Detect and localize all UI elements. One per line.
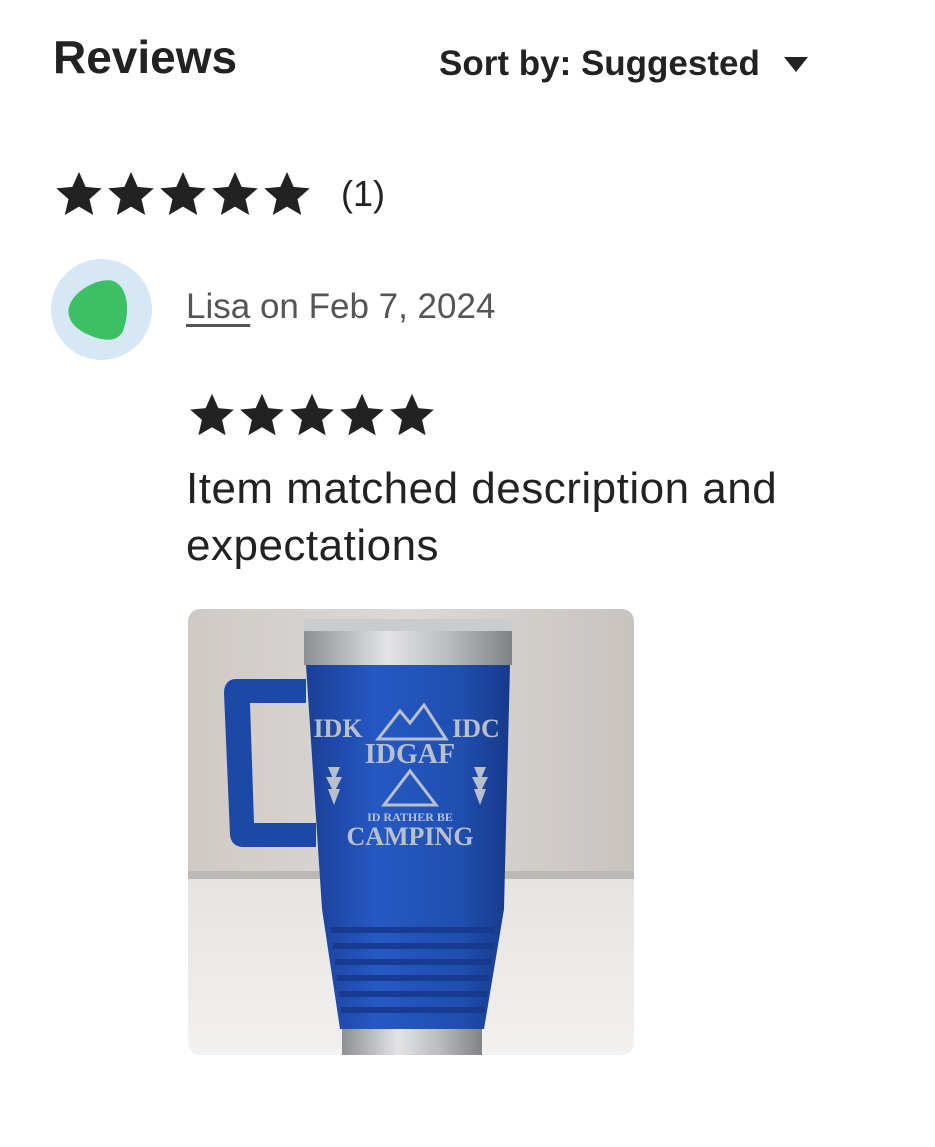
avatar-blob-icon [68,280,128,340]
overall-rating: (1) [53,168,385,220]
engraving-idc: IDC [452,714,500,743]
engraving-idgaf: IDGAF [365,739,455,770]
tumbler-photo-image: IDK IDC IDGAF ID RATHER BE CAMPING [188,609,634,1055]
star-icon [108,171,154,216]
reviewer-line: Lisa on Feb 7, 2024 [186,287,495,327]
star-icon [240,393,284,436]
avatar[interactable] [51,259,152,360]
star-icon [160,171,206,216]
caret-down-icon [783,56,808,72]
reviews-title: Reviews [53,31,238,83]
engraving-idk: IDK [313,714,363,743]
review-text: Item matched description and expectation… [186,464,778,570]
star-icon [340,393,384,436]
engraving-camping: CAMPING [346,822,473,851]
star-icon [212,171,258,216]
sort-label: Sort by: Suggested [439,44,760,83]
reviewer-name-link[interactable]: Lisa [186,287,250,326]
overall-stars [53,168,313,220]
star-icon [56,171,102,216]
review-stars [187,390,437,440]
star-icon [290,393,334,436]
review-date: on Feb 7, 2024 [259,287,496,326]
star-icon [190,393,234,436]
star-icon [390,393,434,436]
sort-dropdown[interactable]: Sort by: Suggested [439,44,808,84]
review-count: (1) [341,173,385,214]
star-icon [264,171,310,216]
review-photo[interactable]: IDK IDC IDGAF ID RATHER BE CAMPING [188,609,634,1055]
